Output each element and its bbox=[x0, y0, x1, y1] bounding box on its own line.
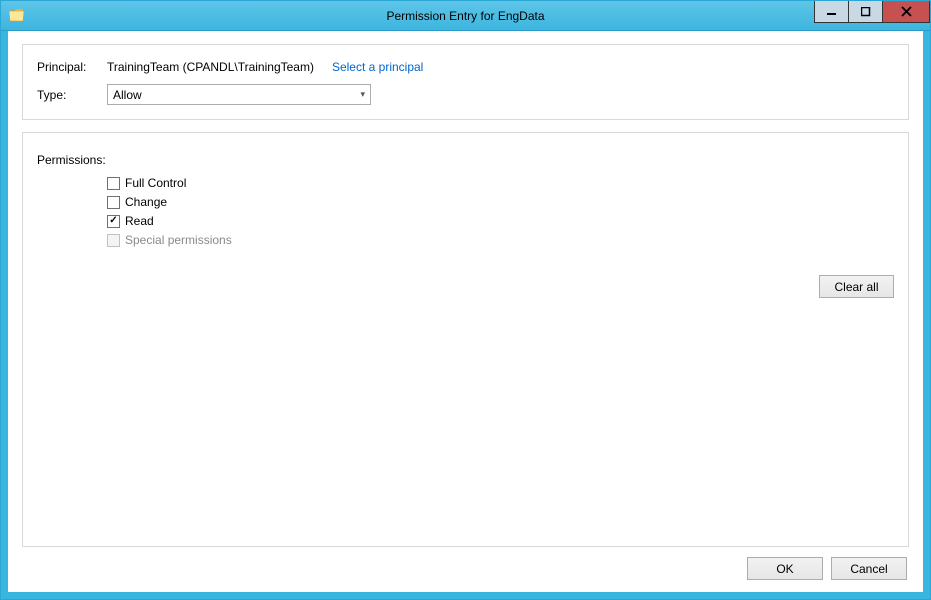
principal-value: TrainingTeam (CPANDL\TrainingTeam) bbox=[107, 60, 314, 74]
clear-all-row: Clear all bbox=[37, 275, 894, 298]
window-controls bbox=[814, 1, 930, 23]
principal-type-panel: Principal: TrainingTeam (CPANDL\Training… bbox=[22, 44, 909, 120]
permission-item-read[interactable]: Read bbox=[107, 214, 894, 228]
permission-label: Change bbox=[125, 195, 167, 209]
checkbox-full-control[interactable] bbox=[107, 177, 120, 190]
permissions-panel: Permissions: Full Control Change Read Sp… bbox=[22, 132, 909, 547]
permissions-heading: Permissions: bbox=[37, 153, 894, 167]
permission-label: Special permissions bbox=[125, 233, 232, 247]
checkbox-read[interactable] bbox=[107, 215, 120, 228]
permission-entry-window: Permission Entry for EngData Principal: … bbox=[0, 0, 931, 600]
window-title: Permission Entry for EngData bbox=[1, 9, 930, 23]
titlebar: Permission Entry for EngData bbox=[1, 1, 930, 31]
permission-item-change[interactable]: Change bbox=[107, 195, 894, 209]
cancel-button[interactable]: Cancel bbox=[831, 557, 907, 580]
checkbox-change[interactable] bbox=[107, 196, 120, 209]
principal-row: Principal: TrainingTeam (CPANDL\Training… bbox=[37, 60, 894, 74]
dialog-button-bar: OK Cancel bbox=[22, 557, 909, 580]
select-principal-link[interactable]: Select a principal bbox=[332, 60, 423, 74]
permission-label: Read bbox=[125, 214, 154, 228]
permission-item-full-control[interactable]: Full Control bbox=[107, 176, 894, 190]
maximize-button[interactable] bbox=[848, 1, 882, 23]
type-row: Type: Allow ▾ bbox=[37, 84, 894, 105]
client-area: Principal: TrainingTeam (CPANDL\Training… bbox=[1, 31, 930, 599]
type-dropdown-value: Allow bbox=[113, 88, 142, 102]
type-label: Type: bbox=[37, 88, 107, 102]
folder-icon bbox=[8, 8, 24, 24]
close-button[interactable] bbox=[882, 1, 930, 23]
permission-label: Full Control bbox=[125, 176, 186, 190]
principal-label: Principal: bbox=[37, 60, 107, 74]
minimize-button[interactable] bbox=[814, 1, 848, 23]
permission-item-special: Special permissions bbox=[107, 233, 894, 247]
permissions-list: Full Control Change Read Special permiss… bbox=[107, 176, 894, 247]
ok-button[interactable]: OK bbox=[747, 557, 823, 580]
clear-all-button[interactable]: Clear all bbox=[819, 275, 894, 298]
chevron-down-icon: ▾ bbox=[360, 89, 365, 100]
checkbox-special bbox=[107, 234, 120, 247]
type-dropdown[interactable]: Allow ▾ bbox=[107, 84, 371, 105]
